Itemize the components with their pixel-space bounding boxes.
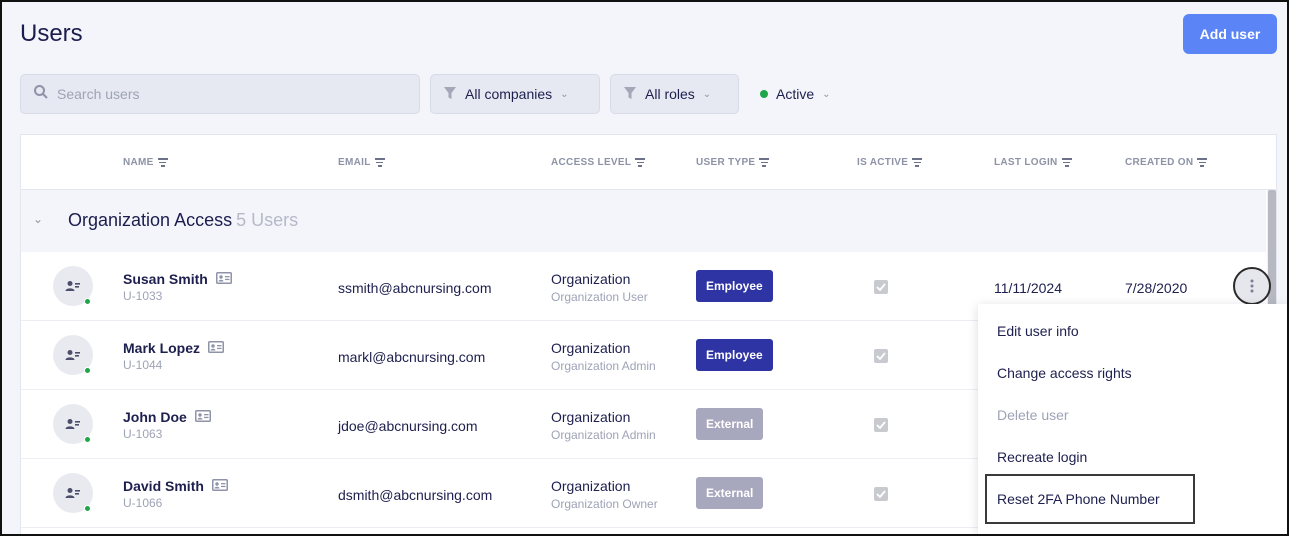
menu-item-recreate-login[interactable]: Recreate login bbox=[997, 449, 1087, 465]
column-header-name[interactable]: NAME bbox=[123, 157, 168, 168]
is-active-checkbox bbox=[874, 418, 888, 432]
online-status-dot bbox=[84, 505, 91, 512]
user-email: ssmith@abcnursing.com bbox=[338, 280, 492, 296]
sort-icon bbox=[374, 158, 385, 167]
sort-icon bbox=[759, 158, 770, 167]
chevron-down-icon: ⌄ bbox=[822, 88, 831, 100]
menu-item-edit-user-info[interactable]: Edit user info bbox=[997, 323, 1079, 339]
online-status-dot bbox=[84, 436, 91, 443]
avatar bbox=[53, 266, 93, 306]
sort-icon bbox=[635, 158, 646, 167]
menu-item-change-access-rights[interactable]: Change access rights bbox=[997, 365, 1132, 381]
user-type-badge: Employee bbox=[696, 270, 773, 302]
chevron-down-icon: ⌄ bbox=[702, 88, 712, 100]
column-header-email[interactable]: EMAIL bbox=[338, 157, 385, 168]
user-id: U-1033 bbox=[123, 289, 163, 303]
search-input[interactable] bbox=[57, 86, 387, 102]
user-name[interactable]: David Smith bbox=[123, 478, 228, 494]
funnel-icon bbox=[623, 86, 637, 103]
status-filter[interactable]: Active ⌄ bbox=[760, 74, 831, 114]
user-avatar-icon bbox=[65, 419, 80, 429]
access-level: Organization bbox=[551, 340, 631, 356]
user-id: U-1063 bbox=[123, 427, 163, 441]
is-active-checkbox bbox=[874, 487, 888, 501]
user-name[interactable]: Mark Lopez bbox=[123, 340, 225, 356]
table-header: NAME EMAIL ACCESS LEVEL USER TYPE IS ACT… bbox=[21, 135, 1276, 190]
more-options-icon[interactable] bbox=[1233, 267, 1271, 305]
user-type-badge: External bbox=[696, 408, 764, 440]
status-filter-label: Active bbox=[776, 86, 815, 102]
sort-icon bbox=[1061, 158, 1072, 167]
user-email: jdoe@abcnursing.com bbox=[338, 418, 478, 434]
user-type-badge: Employee bbox=[696, 339, 773, 371]
sort-icon bbox=[1197, 158, 1208, 167]
user-avatar-icon bbox=[65, 350, 80, 360]
user-name[interactable]: John Doe bbox=[123, 409, 211, 425]
group-count: 5 Users bbox=[236, 210, 299, 230]
column-header-last-login[interactable]: LAST LOGIN bbox=[994, 157, 1072, 168]
user-email: markl@abcnursing.com bbox=[338, 349, 486, 365]
id-card-icon[interactable] bbox=[211, 478, 228, 494]
id-card-icon[interactable] bbox=[215, 271, 232, 287]
group-header[interactable]: ⌄ Organization Access 5 Users bbox=[21, 190, 1266, 252]
online-status-dot bbox=[84, 298, 91, 305]
access-role: Organization User bbox=[551, 290, 648, 304]
menu-item-reset-2fa-phone-number[interactable]: Reset 2FA Phone Number bbox=[997, 491, 1160, 507]
access-role: Organization Owner bbox=[551, 497, 658, 511]
column-header-created-on[interactable]: CREATED ON bbox=[1125, 157, 1208, 168]
access-role: Organization Admin bbox=[551, 359, 656, 373]
menu-item-delete-user: Delete user bbox=[997, 407, 1069, 423]
user-email: dsmith@abcnursing.com bbox=[338, 487, 493, 503]
user-avatar-icon bbox=[65, 488, 80, 498]
search-box[interactable] bbox=[20, 74, 420, 114]
is-active-checkbox bbox=[874, 349, 888, 363]
online-status-dot bbox=[84, 367, 91, 374]
column-header-user-type[interactable]: USER TYPE bbox=[696, 157, 770, 168]
funnel-icon bbox=[443, 86, 457, 103]
sort-icon bbox=[912, 158, 923, 167]
group-title: Organization Access 5 Users bbox=[68, 210, 299, 230]
companies-filter-label: All companies bbox=[465, 86, 553, 102]
chevron-down-icon[interactable]: ⌄ bbox=[33, 212, 43, 226]
sort-icon bbox=[157, 158, 168, 167]
search-icon bbox=[33, 84, 49, 105]
roles-filter[interactable]: All roles ⌄ bbox=[610, 74, 739, 114]
column-header-is-active[interactable]: IS ACTIVE bbox=[857, 157, 923, 168]
active-status-dot bbox=[760, 90, 768, 98]
id-card-icon[interactable] bbox=[208, 340, 225, 356]
avatar bbox=[53, 335, 93, 375]
access-level: Organization bbox=[551, 409, 631, 425]
user-id: U-1066 bbox=[123, 496, 163, 510]
access-level: Organization bbox=[551, 271, 631, 287]
user-type-badge: External bbox=[696, 477, 764, 509]
column-header-access-level[interactable]: ACCESS LEVEL bbox=[551, 157, 646, 168]
roles-filter-label: All roles bbox=[645, 86, 695, 102]
avatar bbox=[53, 404, 93, 444]
row-actions-menu: Edit user info Change access rights Dele… bbox=[978, 304, 1287, 534]
id-card-icon[interactable] bbox=[194, 409, 211, 425]
user-avatar-icon bbox=[65, 281, 80, 291]
user-id: U-1044 bbox=[123, 358, 163, 372]
is-active-checkbox bbox=[874, 280, 888, 294]
avatar bbox=[53, 473, 93, 513]
user-name[interactable]: Susan Smith bbox=[123, 271, 232, 287]
companies-filter[interactable]: All companies ⌄ bbox=[430, 74, 600, 114]
chevron-down-icon: ⌄ bbox=[560, 88, 569, 100]
access-role: Organization Admin bbox=[551, 428, 656, 442]
last-login: 11/11/2024 bbox=[994, 280, 1062, 296]
add-user-button[interactable]: Add user bbox=[1183, 14, 1277, 54]
access-level: Organization bbox=[551, 478, 631, 494]
page-title: Users bbox=[20, 20, 83, 47]
created-on: 7/28/2020 bbox=[1125, 280, 1188, 296]
